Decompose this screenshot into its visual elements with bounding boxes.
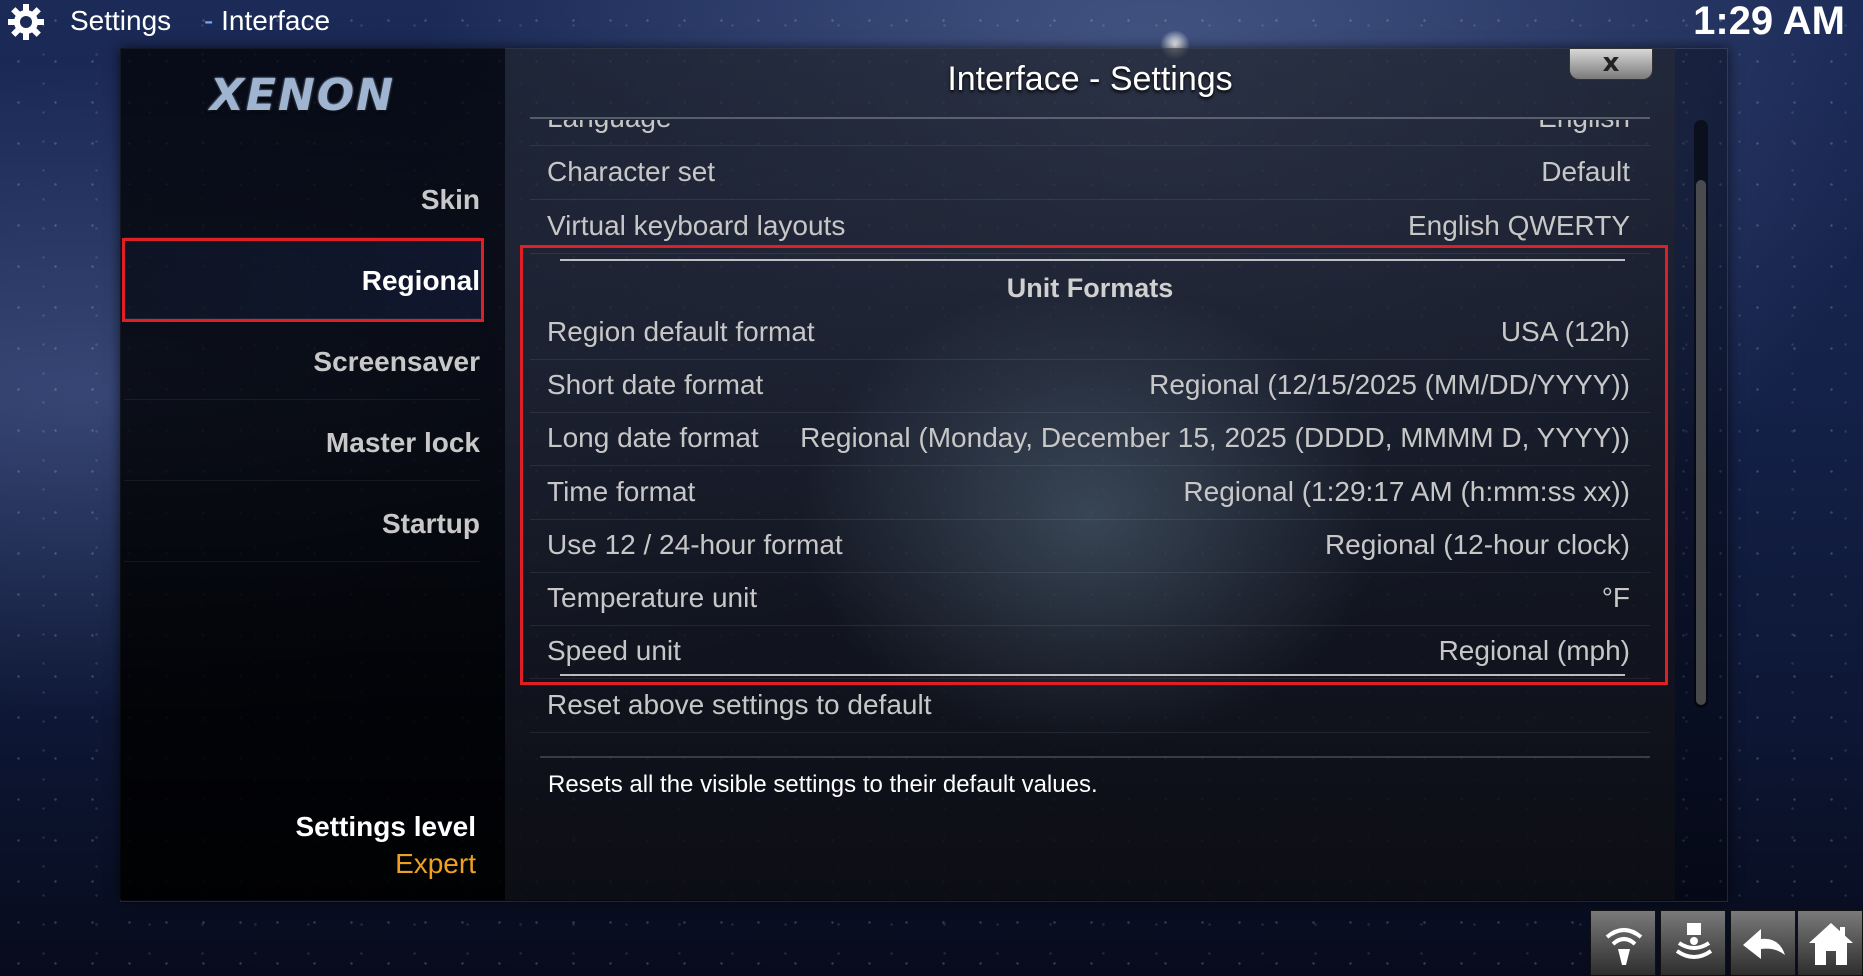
dialog-title: Interface - Settings: [947, 60, 1233, 98]
sidebar-item-label: Master lock: [325, 427, 480, 458]
setting-value: Default: [1541, 156, 1630, 187]
back-button[interactable]: [1730, 910, 1796, 976]
sidebar-item-label: Skin: [420, 184, 480, 215]
home-icon: [1809, 923, 1853, 965]
breadcrumb-section: Interface: [221, 5, 331, 36]
setting-value: English: [1538, 120, 1630, 134]
sidebar-item-skin[interactable]: Skin: [124, 160, 480, 238]
sidebar-item-label: Screensaver: [313, 346, 480, 377]
setting-label: Virtual keyboard layouts: [547, 210, 846, 241]
setting-row-character-set[interactable]: Character set Default: [530, 146, 1650, 200]
network-button[interactable]: [1590, 910, 1656, 976]
settings-level-label[interactable]: Settings level: [240, 811, 476, 843]
scrollbar-thumb[interactable]: [1696, 180, 1706, 705]
setting-label: Language: [547, 120, 672, 134]
breadcrumb-interface: - Interface: [204, 5, 330, 37]
setting-value: English QWERTY: [1408, 210, 1630, 241]
eject-button[interactable]: [1660, 910, 1726, 976]
home-button[interactable]: [1797, 910, 1863, 976]
setting-label: Reset above settings to default: [547, 689, 932, 720]
setting-row-reset-defaults[interactable]: Reset above settings to default: [530, 679, 1650, 733]
bottom-toolbar: [1590, 910, 1863, 976]
top-bar: Settings - Interface 1:29 AM: [0, 0, 1863, 44]
sidebar-item-master-lock[interactable]: Master lock: [124, 403, 480, 481]
network-icon: [1605, 928, 1643, 965]
setting-label: Character set: [547, 156, 716, 187]
sidebar-item-screensaver[interactable]: Screensaver: [124, 322, 480, 400]
title-divider: [530, 117, 1650, 119]
back-icon: [1743, 929, 1785, 959]
sidebar-item-regional[interactable]: Regional: [124, 241, 480, 319]
setting-description: Resets all the visible settings to their…: [548, 771, 1098, 798]
description-divider: [540, 756, 1650, 758]
eject-icon: [1675, 923, 1713, 959]
setting-row-language[interactable]: Language English: [530, 120, 1650, 146]
breadcrumb-separator: -: [204, 5, 214, 36]
sidebar-item-startup[interactable]: Startup: [124, 484, 480, 562]
sidebar-item-label: Startup: [382, 508, 480, 539]
clock: 1:29 AM: [1693, 0, 1845, 43]
settings-level-value[interactable]: Expert: [240, 848, 476, 880]
close-button[interactable]: x: [1569, 48, 1653, 80]
xenon-logo: XENON: [210, 70, 396, 121]
unit-formats-highlight: [520, 245, 1668, 685]
gear-icon: [6, 2, 46, 42]
breadcrumb-settings: Settings: [70, 5, 172, 36]
sidebar-item-label: Regional: [361, 265, 480, 296]
